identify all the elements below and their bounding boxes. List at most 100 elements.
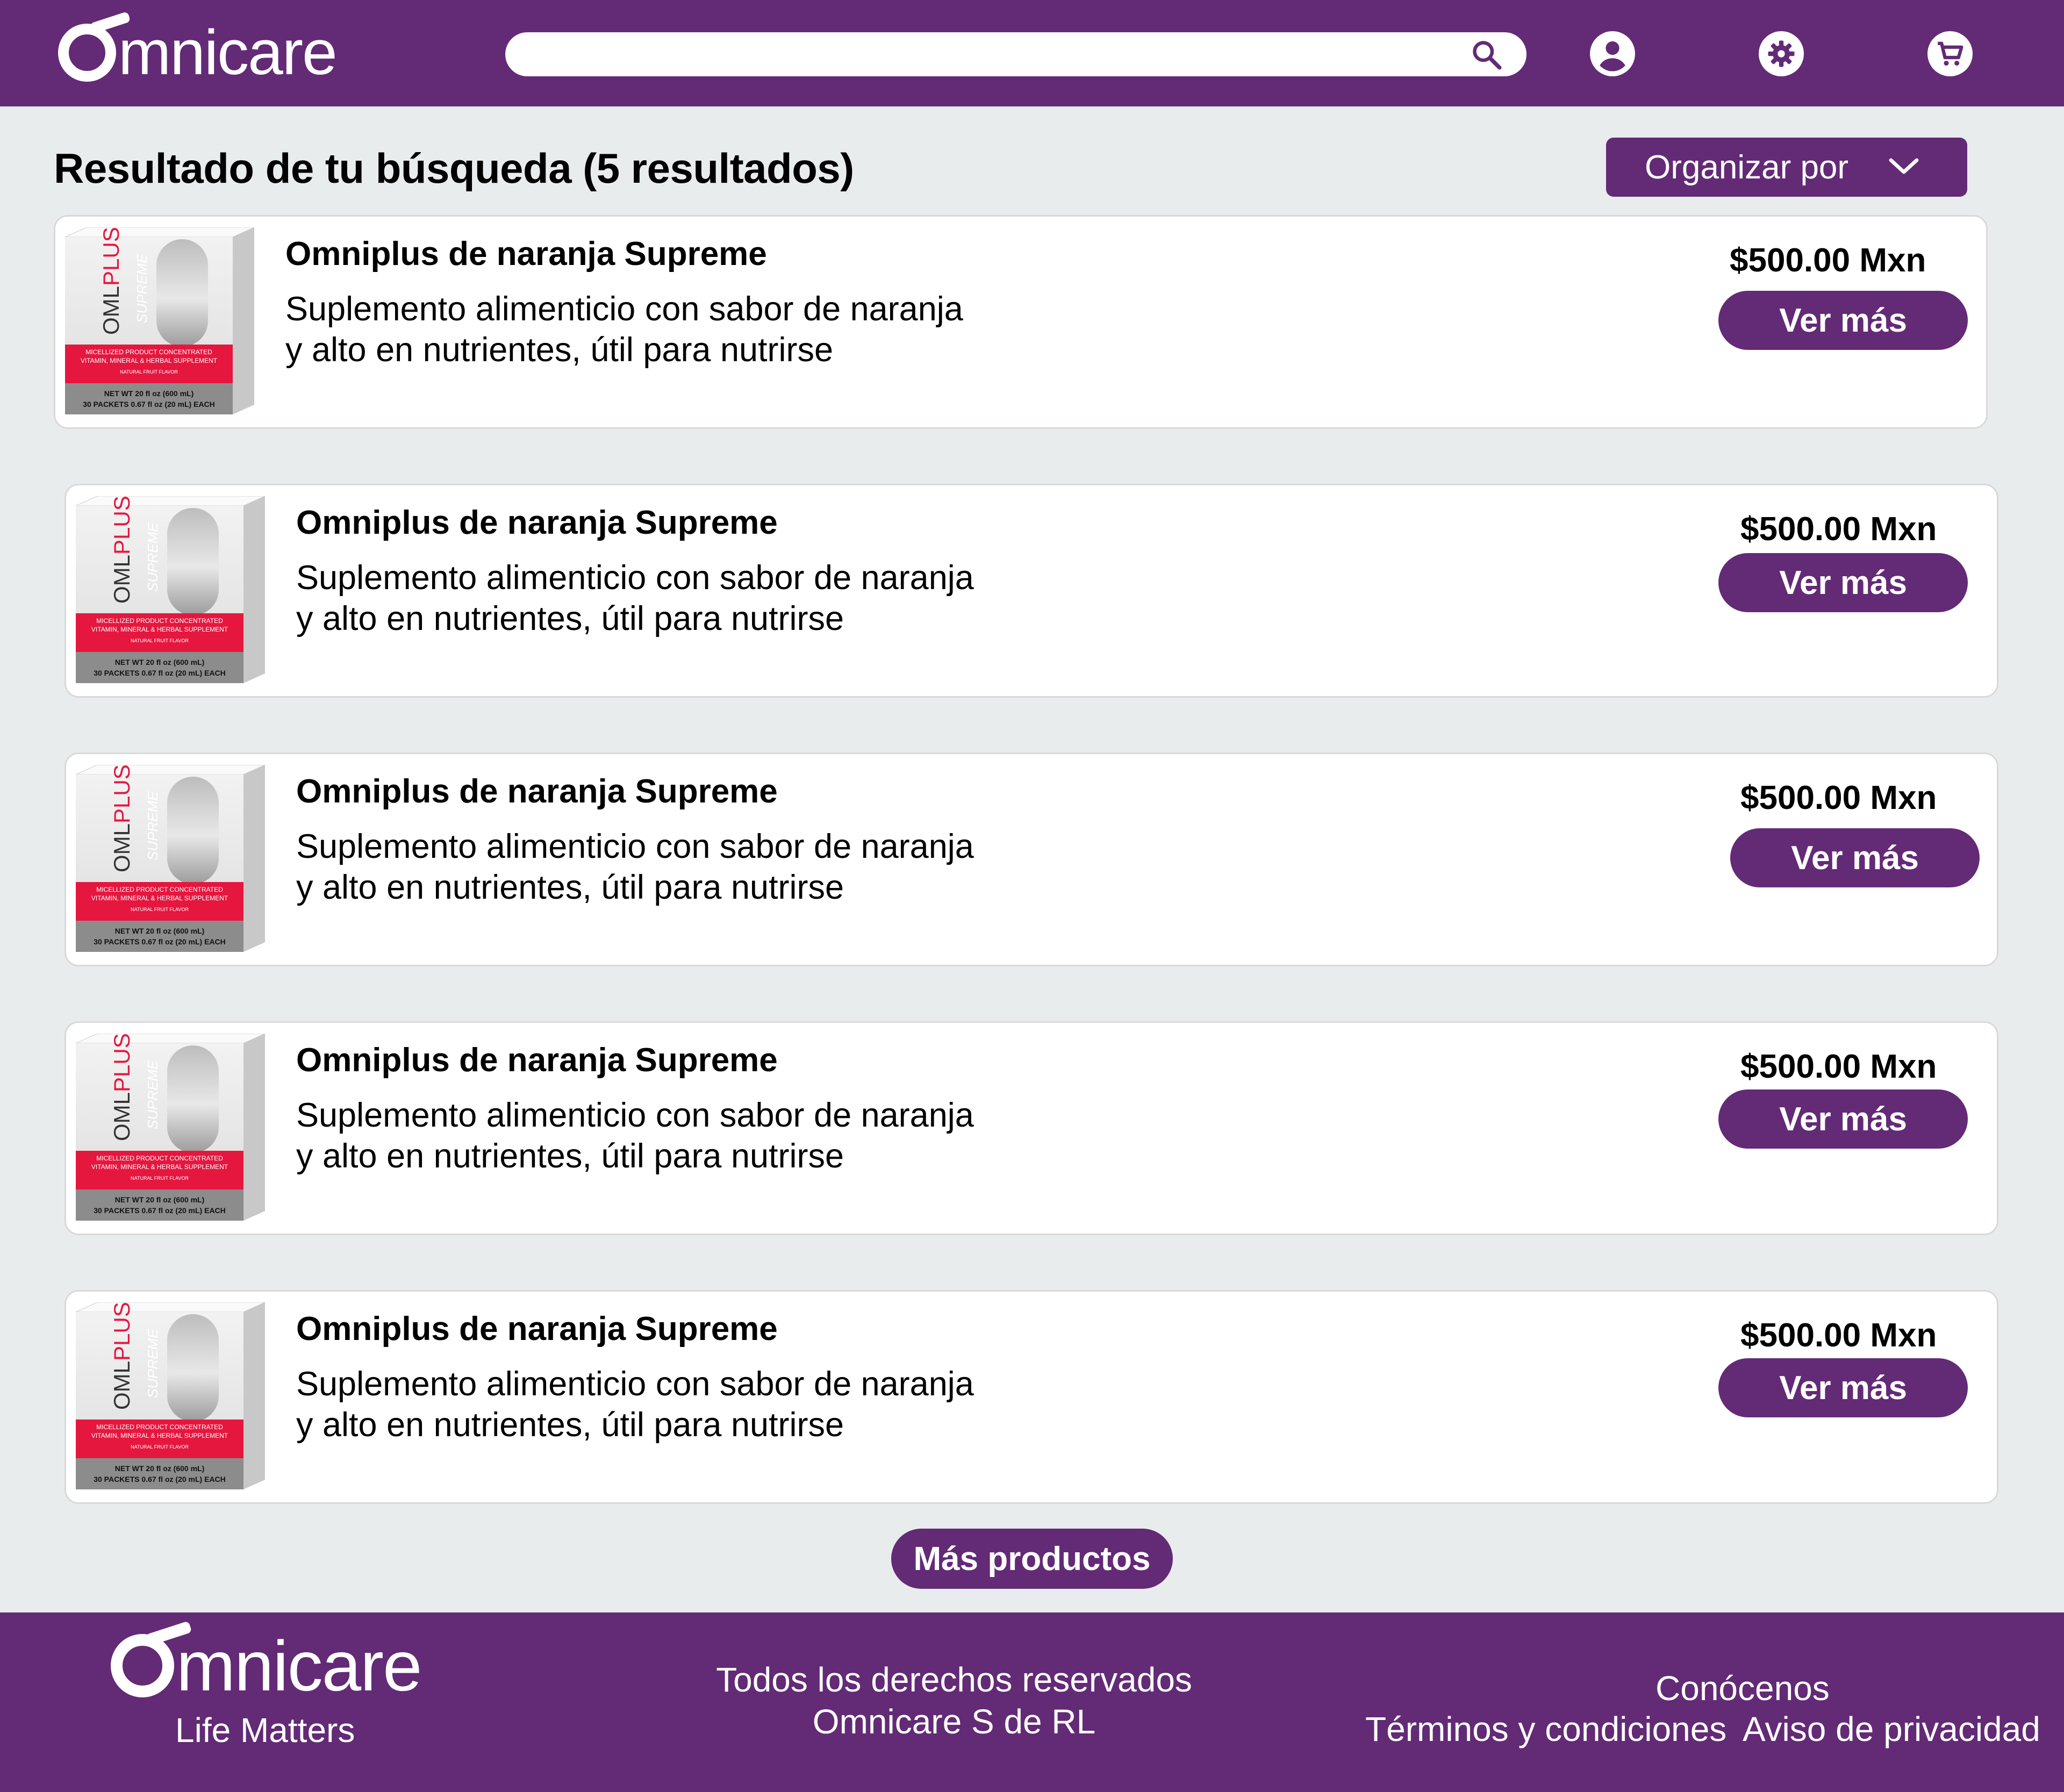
top-header: mnicare [0,0,2064,106]
box-supreme: SUPREME [134,254,150,323]
product-image: OMLPLUS SUPREME MICELLIZED PRODUCT CONCE… [76,496,266,683]
product-image: OMLPLUS SUPREME MICELLIZED PRODUCT CONCE… [76,1034,266,1221]
product-price: $500.00 Mxn [1740,779,1937,816]
omnicare-o-mark [111,1634,174,1697]
search-icon[interactable] [1471,39,1503,71]
ver-mas-button[interactable]: Ver más [1718,1358,1968,1417]
product-card: OMLPLUS SUPREME MICELLIZED PRODUCT CONCE… [64,484,1998,698]
footer: mnicare Life Matters Todos los derechos … [0,1612,2064,1792]
box-supreme: SUPREME [145,1329,161,1398]
product-description: Suplemento alimenticio con sabor de nara… [296,557,1049,639]
box-band-line3: NATURAL FRUIT FLAVOR [131,1175,189,1181]
box-net-line2: 30 PACKETS 0.67 fl oz (20 mL) EACH [94,1475,226,1483]
box-band-line1: MICELLIZED PRODUCT CONCENTRATED [96,1155,223,1162]
product-image: OMLPLUS SUPREME MICELLIZED PRODUCT CONCE… [76,1302,266,1489]
product-image: OMLPLUS SUPREME MICELLIZED PRODUCT CONCE… [76,765,266,952]
box-band-line1: MICELLIZED PRODUCT CONCENTRATED [96,617,223,625]
sort-dropdown[interactable]: Organizar por [1606,138,1967,197]
ver-mas-button[interactable]: Ver más [1718,291,1968,350]
box-supreme: SUPREME [145,522,161,592]
box-band-line2: VITAMIN, MINERAL & HERBAL SUPPLEMENT [91,626,228,633]
product-card: OMLPLUS SUPREME MICELLIZED PRODUCT CONCE… [64,1290,1998,1504]
product-description-line: Suplemento alimenticio con sabor de nara… [296,559,974,597]
cart-icon[interactable] [1927,31,1973,76]
omnicare-o-mark [58,24,116,82]
product-image: OMLPLUS SUPREME MICELLIZED PRODUCT CONCE… [65,227,255,414]
ver-mas-button[interactable]: Ver más [1718,553,1968,612]
search-input[interactable] [505,32,1526,76]
box-net-line1: NET WT 20 fl oz (600 mL) [115,1464,204,1473]
box-band-line1: MICELLIZED PRODUCT CONCENTRATED [85,348,212,356]
footer-link-conocenos[interactable]: Conócenos [1656,1668,1830,1708]
box-brand: OMLPLUS [109,1034,134,1141]
box-net-line1: NET WT 20 fl oz (600 mL) [104,389,194,398]
product-description-line: Suplemento alimenticio con sabor de nara… [296,1365,974,1403]
box-band-line1: MICELLIZED PRODUCT CONCENTRATED [96,1423,223,1431]
product-description-line: y alto en nutrientes, útil para nutrirse [296,1406,844,1444]
product-description: Suplemento alimenticio con sabor de nara… [296,1095,1049,1177]
product-description-line: y alto en nutrientes, útil para nutrirse [296,600,844,637]
box-band-line3: NATURAL FRUIT FLAVOR [120,369,178,375]
product-description-line: Suplemento alimenticio con sabor de nara… [285,290,963,328]
logo-text: mnicare [118,17,338,88]
box-band-line3: NATURAL FRUIT FLAVOR [131,638,189,643]
box-supreme: SUPREME [145,791,161,861]
omnicare-logo[interactable]: mnicare [58,15,338,90]
footer-link-terminos[interactable]: Términos y condiciones [1365,1709,1726,1749]
box-band-line1: MICELLIZED PRODUCT CONCENTRATED [96,886,223,893]
box-band-line2: VITAMIN, MINERAL & HERBAL SUPPLEMENT [91,894,228,902]
ver-mas-button[interactable]: Ver más [1718,1089,1968,1149]
box-brand: OMLPLUS [109,496,134,604]
box-net-line2: 30 PACKETS 0.67 fl oz (20 mL) EACH [94,937,226,946]
box-net-line1: NET WT 20 fl oz (600 mL) [115,658,204,666]
more-products-button[interactable]: Más productos [891,1529,1173,1589]
product-description-line: y alto en nutrientes, útil para nutrirse [296,1137,844,1175]
box-net-line1: NET WT 20 fl oz (600 mL) [115,1195,204,1204]
box-band-line2: VITAMIN, MINERAL & HERBAL SUPPLEMENT [81,357,218,364]
footer-rights: Todos los derechos reservados Omnicare S… [688,1659,1220,1743]
box-net-line2: 30 PACKETS 0.67 fl oz (20 mL) EACH [83,400,215,408]
product-description-line: Suplemento alimenticio con sabor de nara… [296,828,974,865]
box-net-line1: NET WT 20 fl oz (600 mL) [115,927,204,935]
product-name[interactable]: Omniplus de naranja Supreme [296,1041,778,1079]
chevron-down-icon [1889,158,1919,174]
product-card: OMLPLUS SUPREME MICELLIZED PRODUCT CONCE… [64,1021,1998,1235]
product-card: OMLPLUS SUPREME MICELLIZED PRODUCT CONCE… [54,215,1988,429]
gear-icon[interactable] [1759,31,1804,76]
product-description: Suplemento alimenticio con sabor de nara… [296,1364,1049,1445]
box-brand: OMLPLUS [109,1302,134,1410]
sort-label: Organizar por [1645,148,1849,186]
box-supreme: SUPREME [145,1060,161,1129]
box-band-line3: NATURAL FRUIT FLAVOR [131,907,189,912]
results-title: Resultado de tu búsqueda (5 resultados) [54,145,854,192]
box-band-line2: VITAMIN, MINERAL & HERBAL SUPPLEMENT [91,1432,228,1439]
box-band-line2: VITAMIN, MINERAL & HERBAL SUPPLEMENT [91,1163,228,1171]
box-band-line3: NATURAL FRUIT FLAVOR [131,1444,189,1450]
user-icon[interactable] [1590,31,1635,76]
product-name[interactable]: Omniplus de naranja Supreme [296,1310,778,1348]
footer-logo-text: mnicare [176,1626,422,1705]
box-brand: OMLPLUS [109,765,134,872]
product-description: Suplemento alimenticio con sabor de nara… [296,826,1049,908]
footer-link-privacidad[interactable]: Aviso de privacidad [1743,1709,2040,1749]
product-description-line: Suplemento alimenticio con sabor de nara… [296,1096,974,1134]
product-price: $500.00 Mxn [1740,1317,1937,1354]
product-description: Suplemento alimenticio con sabor de nara… [285,289,1038,370]
product-name[interactable]: Omniplus de naranja Supreme [296,504,778,542]
rights-line: Todos los derechos reservados [716,1660,1192,1699]
product-name[interactable]: Omniplus de naranja Supreme [285,235,767,273]
product-price: $500.00 Mxn [1730,242,1926,279]
footer-omnicare-logo[interactable]: mnicare [111,1625,422,1706]
product-description-line: y alto en nutrientes, útil para nutrirse [296,869,844,906]
box-brand: OMLPLUS [98,227,124,335]
box-net-line2: 30 PACKETS 0.67 fl oz (20 mL) EACH [94,1206,226,1215]
ver-mas-button[interactable]: Ver más [1730,828,1980,887]
product-price: $500.00 Mxn [1740,511,1937,548]
box-net-line2: 30 PACKETS 0.67 fl oz (20 mL) EACH [94,669,226,677]
product-description-line: y alto en nutrientes, útil para nutrirse [285,331,834,369]
product-price: $500.00 Mxn [1740,1048,1937,1085]
company-line: Omnicare S de RL [812,1702,1096,1741]
product-card: OMLPLUS SUPREME MICELLIZED PRODUCT CONCE… [64,752,1998,966]
product-name[interactable]: Omniplus de naranja Supreme [296,772,778,811]
footer-tagline: Life Matters [175,1711,355,1750]
